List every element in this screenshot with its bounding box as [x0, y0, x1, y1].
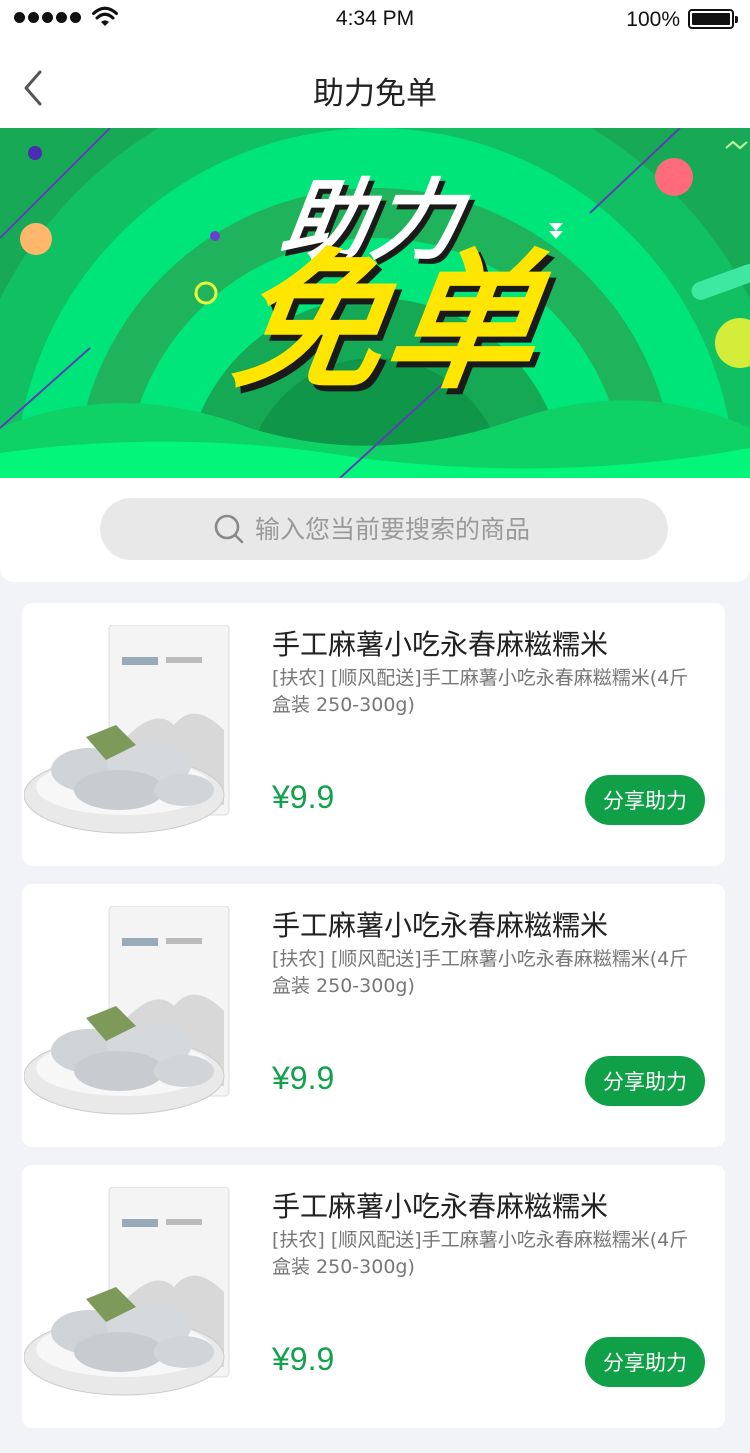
product-description: [扶农] [顺风配送]手工麻薯小吃永春麻糍糯米(4斤盒装 250-300g): [272, 667, 689, 716]
share-assist-button[interactable]: 分享助力: [585, 1337, 705, 1387]
search-box[interactable]: [100, 498, 668, 560]
product-image: [24, 625, 230, 834]
promo-banner: 助力 免单: [0, 128, 750, 478]
page-title: 助力免单: [313, 76, 437, 112]
product-card[interactable]: 手工麻薯小吃永春麻糍糯米 [扶农] [顺风配送]手工麻薯小吃永春麻糍糯米(4斤盒…: [22, 884, 725, 1147]
product-title: 手工麻薯小吃永春麻糍糯米: [272, 628, 609, 661]
share-assist-button[interactable]: 分享助力: [585, 1056, 705, 1106]
share-assist-button[interactable]: 分享助力: [585, 775, 705, 825]
nav-bar: 助力免单: [0, 40, 750, 128]
product-card[interactable]: 手工麻薯小吃永春麻糍糯米 [扶农] [顺风配送]手工麻薯小吃永春麻糍糯米(4斤盒…: [22, 1165, 725, 1428]
product-description: [扶农] [顺风配送]手工麻薯小吃永春麻糍糯米(4斤盒装 250-300g): [272, 948, 689, 997]
battery-percent: 100%: [626, 8, 680, 31]
status-bar: 4:34 PM 100%: [0, 0, 750, 40]
battery-icon: [688, 9, 738, 29]
search-icon: [214, 514, 244, 544]
product-price: ¥9.9: [272, 779, 335, 815]
product-price: ¥9.9: [272, 1341, 335, 1377]
product-card[interactable]: 手工麻薯小吃永春麻糍糯米 [扶农] [顺风配送]手工麻薯小吃永春麻糍糯米(4斤盒…: [22, 603, 725, 866]
search-area: [0, 478, 750, 582]
product-title: 手工麻薯小吃永春麻糍糯米: [272, 909, 609, 942]
product-image: [24, 1187, 230, 1396]
search-input[interactable]: [255, 514, 555, 544]
product-list: 手工麻薯小吃永春麻糍糯米 [扶农] [顺风配送]手工麻薯小吃永春麻糍糯米(4斤盒…: [22, 603, 725, 1446]
product-image: [24, 906, 230, 1115]
banner-headline-line2: 免单: [222, 236, 552, 410]
product-price: ¥9.9: [272, 1060, 335, 1096]
product-title: 手工麻薯小吃永春麻糍糯米: [272, 1190, 609, 1223]
product-description: [扶农] [顺风配送]手工麻薯小吃永春麻糍糯米(4斤盒装 250-300g): [272, 1229, 689, 1278]
